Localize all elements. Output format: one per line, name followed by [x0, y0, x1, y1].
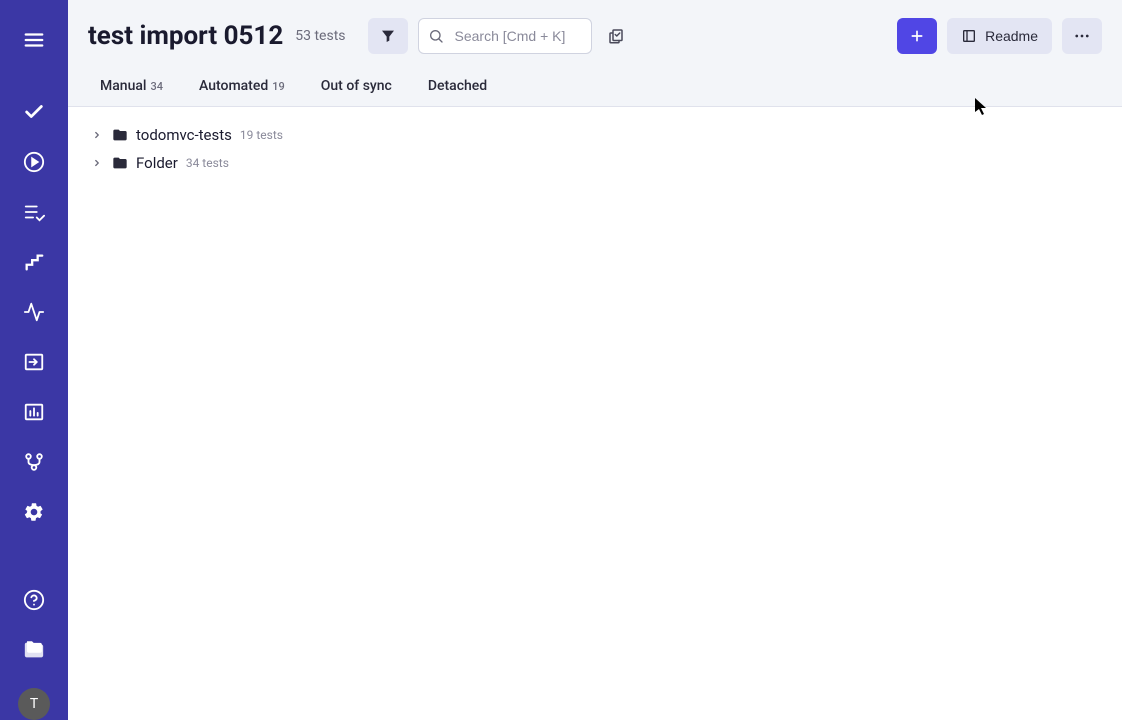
filter-button[interactable] [368, 18, 408, 54]
copy-check-icon [607, 27, 625, 45]
tab-outofsync[interactable]: Out of sync [321, 78, 392, 106]
content: todomvc-tests 19 tests Folder 34 tests [68, 107, 1122, 720]
help-icon[interactable] [14, 580, 54, 620]
checkmark-icon[interactable] [14, 92, 54, 132]
tab-count: 34 [150, 80, 163, 93]
search-icon [428, 28, 444, 44]
tab-automated[interactable]: Automated 19 [199, 78, 285, 106]
avatar-initial: T [30, 696, 38, 712]
add-button[interactable] [897, 18, 937, 54]
book-icon [961, 28, 977, 44]
filter-icon [380, 28, 396, 44]
avatar[interactable]: T [18, 688, 50, 720]
sidebar: T [0, 0, 68, 720]
menu-icon[interactable] [14, 20, 54, 60]
search-wrap [418, 18, 592, 54]
plus-icon [909, 28, 925, 44]
chevron-right-icon [92, 158, 104, 168]
header: test import 0512 53 tests Readme [68, 0, 1122, 64]
folder-name: todomvc-tests [136, 126, 232, 144]
tab-label: Out of sync [321, 78, 392, 94]
branch-icon[interactable] [14, 442, 54, 482]
folder-icon [112, 127, 128, 143]
search-input[interactable] [418, 18, 592, 54]
gear-icon[interactable] [14, 492, 54, 532]
more-button[interactable] [1062, 18, 1102, 54]
folder-count: 19 tests [240, 128, 283, 142]
folder-row[interactable]: Folder 34 tests [88, 149, 1102, 177]
folder-row[interactable]: todomvc-tests 19 tests [88, 121, 1102, 149]
steps-icon[interactable] [14, 242, 54, 282]
test-count: 53 tests [295, 28, 345, 44]
tab-detached[interactable]: Detached [428, 78, 487, 106]
play-circle-icon[interactable] [14, 142, 54, 182]
activity-icon[interactable] [14, 292, 54, 332]
tab-label: Detached [428, 78, 487, 94]
chevron-right-icon [92, 130, 104, 140]
folders-icon[interactable] [14, 630, 54, 670]
tabs: Manual 34 Automated 19 Out of sync Detac… [68, 64, 1122, 107]
tab-manual[interactable]: Manual 34 [100, 78, 163, 106]
chart-icon[interactable] [14, 392, 54, 432]
folder-icon [112, 155, 128, 171]
folder-name: Folder [136, 154, 178, 172]
main: test import 0512 53 tests Readme Manual [68, 0, 1122, 720]
folder-count: 34 tests [186, 156, 229, 170]
readme-button[interactable]: Readme [947, 18, 1052, 54]
tab-count: 19 [272, 80, 285, 93]
tab-label: Automated [199, 78, 268, 94]
page-title: test import 0512 [88, 21, 283, 51]
dots-icon [1073, 27, 1091, 45]
readme-label: Readme [985, 28, 1038, 44]
copy-button[interactable] [602, 18, 630, 54]
checklist-icon[interactable] [14, 192, 54, 232]
import-icon[interactable] [14, 342, 54, 382]
tab-label: Manual [100, 78, 146, 94]
